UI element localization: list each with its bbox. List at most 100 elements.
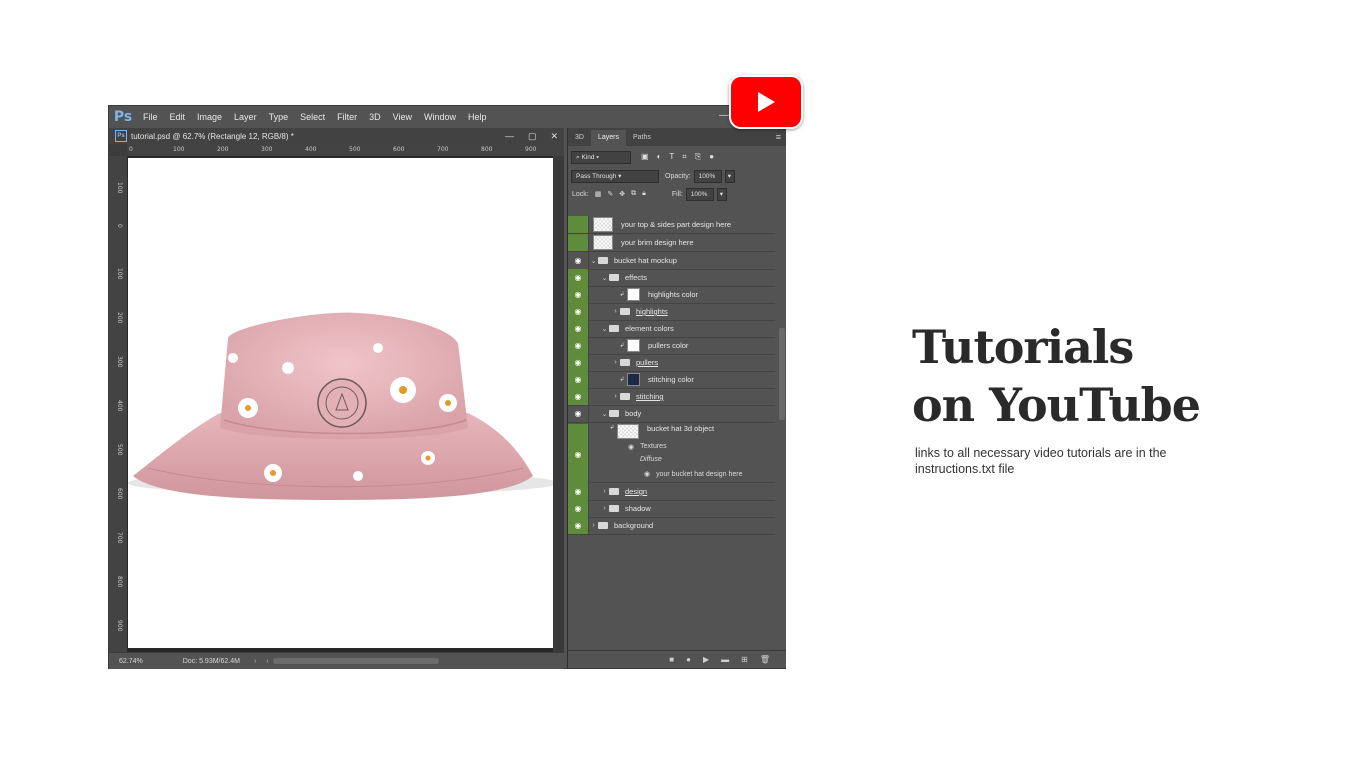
eye-icon[interactable]: ◉	[568, 388, 589, 405]
chevron-down-icon[interactable]: ⌄	[600, 410, 609, 418]
eye-icon[interactable]: ◉	[568, 337, 589, 354]
visibility-off-icon[interactable]	[568, 216, 589, 233]
document-canvas[interactable]	[128, 158, 558, 648]
menu-file[interactable]: File	[137, 112, 164, 122]
layer-row[interactable]: ◉ ↲ stitching color	[568, 371, 775, 389]
menu-window[interactable]: Window	[418, 112, 462, 122]
filter-toggle-icon[interactable]: ●	[709, 152, 714, 161]
minimize-icon[interactable]: —	[719, 110, 729, 121]
eye-icon[interactable]: ◉	[568, 500, 589, 517]
eye-icon[interactable]: ◉	[568, 424, 589, 484]
shape-filter-icon[interactable]: ⌗	[682, 152, 687, 161]
layer-group-row[interactable]: ◉ › design	[568, 483, 775, 501]
pixel-filter-icon[interactable]: ▣	[641, 152, 649, 161]
tab-layers[interactable]: Layers	[590, 130, 626, 146]
zoom-readout[interactable]: 62.74%	[119, 658, 143, 665]
link-layers-icon[interactable]: ■	[669, 655, 674, 664]
ruler-tick: 700	[116, 532, 123, 544]
eye-icon[interactable]: ◉	[568, 517, 589, 534]
chevron-down-icon[interactable]: ⌄	[600, 325, 609, 333]
adjustment-filter-icon[interactable]: ◐	[657, 152, 662, 161]
eye-icon[interactable]: ◉	[628, 443, 634, 451]
texture-group[interactable]: ◉ Textures	[590, 440, 808, 453]
layer-row[interactable]: your top & sides part design here	[568, 216, 775, 234]
layer-group-row[interactable]: ◉ › shadow	[568, 500, 775, 518]
youtube-logo-icon[interactable]	[729, 75, 803, 129]
layer-group-row[interactable]: ◉ › pullers	[568, 354, 775, 372]
eye-icon[interactable]: ◉	[568, 483, 589, 500]
eye-icon[interactable]: ◉	[568, 286, 589, 303]
document-minimize-icon[interactable]: —	[505, 131, 514, 141]
type-filter-icon[interactable]: T	[669, 152, 674, 161]
eye-icon[interactable]: ◉	[568, 252, 589, 269]
layer-style-icon[interactable]: ●	[686, 655, 691, 664]
menu-edit[interactable]: Edit	[164, 112, 192, 122]
chevron-down-icon[interactable]: ⌄	[600, 274, 609, 282]
kind-filter-select[interactable]: ⌕ Kind ▾	[571, 150, 631, 164]
chevron-down-icon[interactable]: ⌄	[589, 257, 598, 265]
layer-group-row[interactable]: ◉ ⌄ element colors	[568, 320, 775, 338]
opacity-input[interactable]: 100%	[693, 169, 722, 183]
document-close-icon[interactable]: ✕	[550, 131, 558, 142]
menu-filter[interactable]: Filter	[331, 112, 363, 122]
new-layer-icon[interactable]: ⊞	[741, 655, 748, 664]
opacity-dropdown-icon[interactable]: ▾	[724, 169, 735, 183]
chevron-right-icon[interactable]: ›	[589, 522, 598, 529]
new-group-icon[interactable]: ▬	[721, 655, 729, 664]
add-mask-icon[interactable]: ▶	[703, 655, 709, 664]
visibility-off-icon[interactable]	[568, 234, 589, 251]
fill-input[interactable]: 100%	[685, 187, 714, 201]
lock-position-icon[interactable]: ✥	[619, 190, 625, 198]
eye-icon[interactable]: ◉	[568, 269, 589, 286]
3d-object-thumbnail	[617, 424, 639, 439]
lock-pixels-icon[interactable]: ✎	[607, 190, 613, 198]
panel-menu-icon[interactable]: ≡	[776, 132, 781, 142]
texture-item[interactable]: ◉ your bucket hat design here	[590, 466, 775, 483]
bucket-hat-image	[128, 312, 558, 500]
eye-icon[interactable]: ◉	[568, 320, 589, 337]
canvas-vertical-scrollbar[interactable]	[553, 156, 564, 652]
eye-icon[interactable]: ◉	[568, 371, 589, 388]
chevron-right-icon[interactable]: ›	[611, 359, 620, 366]
chevron-right-icon[interactable]: ›	[611, 308, 620, 315]
scroll-left-icon[interactable]: ‹	[266, 658, 268, 665]
eye-icon[interactable]: ◉	[644, 470, 650, 478]
menu-layer[interactable]: Layer	[228, 112, 263, 122]
canvas-horizontal-scrollbar[interactable]	[272, 658, 439, 664]
eye-icon[interactable]: ◉	[568, 405, 589, 422]
layer-row[interactable]: ◉ ↲ pullers color	[568, 337, 775, 355]
document-restore-icon[interactable]: ▢	[528, 131, 537, 142]
status-arrow-icon[interactable]: ›	[254, 658, 256, 665]
lock-transparent-icon[interactable]: ▦	[595, 190, 602, 198]
layer-group-row[interactable]: ◉ ⌄ bucket hat mockup	[568, 252, 775, 270]
tab-3d[interactable]: 3D	[568, 130, 591, 146]
layer-row[interactable]: ◉ ↲ highlights color	[568, 286, 775, 304]
layer-group-row[interactable]: ◉ ⌄ effects	[568, 269, 775, 287]
menu-help[interactable]: Help	[462, 112, 493, 122]
chevron-right-icon[interactable]: ›	[611, 393, 620, 400]
layer-group-row[interactable]: ◉ ⌄ body	[568, 405, 775, 423]
canvas-area[interactable]	[127, 156, 564, 652]
chevron-right-icon[interactable]: ›	[600, 505, 609, 512]
fill-dropdown-icon[interactable]: ▾	[716, 187, 727, 201]
delete-layer-icon[interactable]: 🗑︎	[760, 655, 770, 664]
document-tab[interactable]: Ps tutorial.psd @ 62.7% (Rectangle 12, R…	[109, 128, 564, 144]
chevron-right-icon[interactable]: ›	[600, 488, 609, 495]
smart-filter-icon[interactable]: ⎘	[695, 152, 701, 161]
eye-icon[interactable]: ◉	[568, 354, 589, 371]
blend-mode-select[interactable]: Pass Through ▾	[571, 169, 659, 183]
eye-icon[interactable]: ◉	[568, 303, 589, 320]
layer-group-row[interactable]: ◉ › stitching	[568, 388, 775, 406]
menu-type[interactable]: Type	[263, 112, 295, 122]
menu-3d[interactable]: 3D	[363, 112, 387, 122]
tab-paths[interactable]: Paths	[626, 130, 658, 146]
lock-artboard-icon[interactable]: ⧉	[631, 190, 636, 198]
menu-image[interactable]: Image	[191, 112, 228, 122]
panel-scrollbar[interactable]	[779, 328, 785, 420]
lock-all-icon[interactable]: 🔒︎	[642, 190, 646, 198]
menu-view[interactable]: View	[387, 112, 418, 122]
menu-select[interactable]: Select	[294, 112, 331, 122]
layer-row[interactable]: your brim design here	[568, 234, 775, 252]
layer-group-row[interactable]: ◉ › background	[568, 517, 775, 535]
layer-group-row[interactable]: ◉ › highlights	[568, 303, 775, 321]
